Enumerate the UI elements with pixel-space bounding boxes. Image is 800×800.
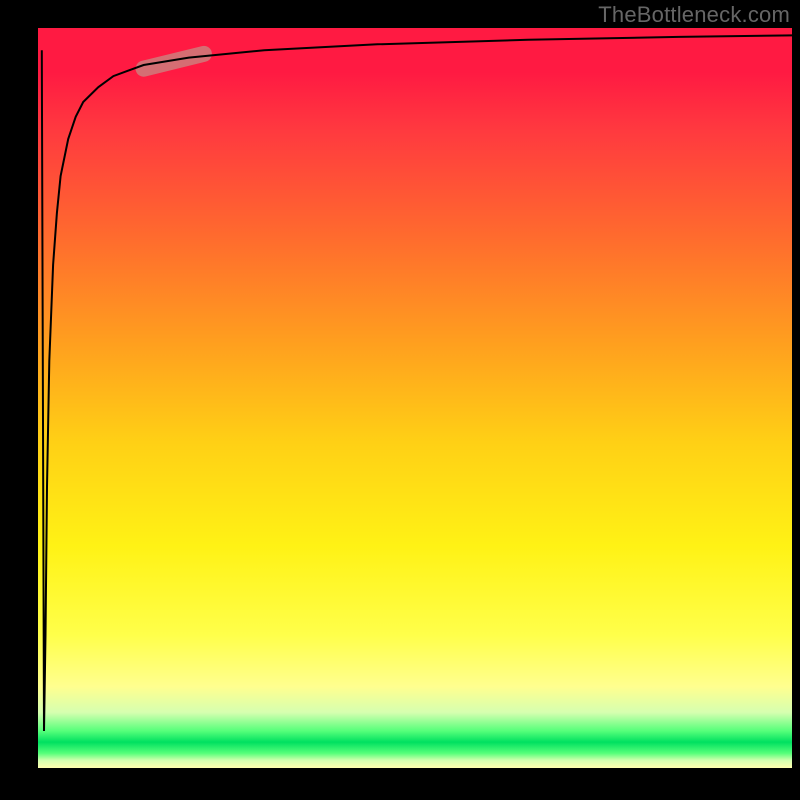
watermark-label: TheBottleneck.com bbox=[598, 2, 790, 28]
chart-frame: TheBottleneck.com bbox=[0, 0, 800, 800]
bottleneck-curve bbox=[42, 35, 792, 731]
plot-area bbox=[38, 28, 792, 768]
curve-layer bbox=[38, 28, 792, 768]
